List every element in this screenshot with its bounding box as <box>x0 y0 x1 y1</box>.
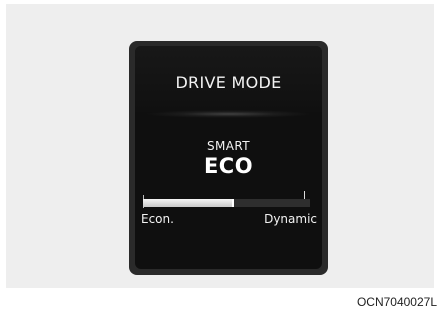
drive-mode-name: ECO <box>203 154 254 178</box>
drive-mode-title: DRIVE MODE <box>175 73 282 92</box>
gauge-fill <box>143 199 234 207</box>
drive-style-gauge <box>143 199 310 207</box>
gauge-marker <box>232 199 235 207</box>
header-divider <box>145 110 312 118</box>
instrument-cluster-display: DRIVE MODE SMART ECO Econ. Dynamic <box>129 41 328 275</box>
gauge-label-econ: Econ. <box>141 212 174 226</box>
display-screen: DRIVE MODE SMART ECO Econ. Dynamic <box>135 46 322 269</box>
figure-stage: DRIVE MODE SMART ECO Econ. Dynamic OCN70… <box>0 0 440 311</box>
figure-code-caption: OCN7040027L <box>356 295 437 309</box>
drive-mode-subtitle: SMART <box>207 139 250 153</box>
gauge-label-dynamic: Dynamic <box>264 212 317 226</box>
